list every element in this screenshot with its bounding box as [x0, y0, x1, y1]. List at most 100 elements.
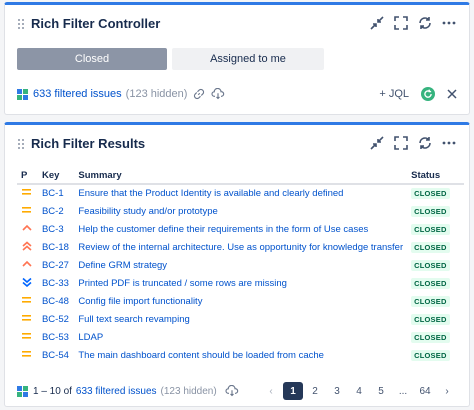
close-icon[interactable] [447, 87, 457, 102]
summary-cell: Feasibility study and/or prototype [74, 202, 407, 220]
minimize-icon[interactable] [369, 14, 385, 32]
table-row[interactable]: BC-1 Ensure that the Product Identity is … [17, 184, 464, 202]
table-row[interactable]: BC-33 Printed PDF is truncated / some row… [17, 274, 464, 292]
issue-summary-link[interactable]: Help the customer define their requireme… [78, 224, 368, 235]
issue-key-link[interactable]: BC-33 [42, 278, 69, 289]
status-badge: CLOSED [411, 188, 450, 199]
fullscreen-icon[interactable] [393, 14, 409, 32]
table-row[interactable]: BC-27 Define GRM strategy CLOSED [17, 256, 464, 274]
issue-key-link[interactable]: BC-52 [42, 314, 69, 325]
hidden-count: (123 hidden) [160, 385, 217, 397]
summary-cell: Full text search revamping [74, 310, 407, 328]
priority-cell [17, 202, 38, 220]
fullscreen-icon[interactable] [393, 134, 409, 152]
summary-cell: Printed PDF is truncated / some rows are… [74, 274, 407, 292]
issue-summary-link[interactable]: Config file import functionality [78, 296, 202, 307]
tab-closed[interactable]: Closed [17, 48, 167, 70]
table-header-row: P Key Summary Status [17, 167, 464, 185]
drag-handle-icon[interactable] [18, 139, 24, 149]
add-jql-button[interactable]: + JQL [379, 88, 409, 100]
pagination-ellipsis: ... [398, 385, 408, 397]
table-row[interactable]: BC-53 LDAP CLOSED [17, 328, 464, 346]
issue-summary-link[interactable]: Review of the internal architecture. Use… [78, 242, 403, 253]
priority-cell [17, 238, 38, 256]
issue-summary-link[interactable]: Printed PDF is truncated / some rows are… [78, 278, 287, 289]
summary-cell: Define GRM strategy [74, 256, 407, 274]
column-header-status[interactable]: Status [407, 167, 464, 185]
filtered-issues-link[interactable]: 633 filtered issues [33, 88, 122, 100]
previous-page-icon[interactable]: ‹ [261, 382, 281, 400]
priority-cell [17, 328, 38, 346]
issue-key-link[interactable]: BC-27 [42, 260, 69, 271]
panel-header-actions [369, 134, 457, 152]
issue-key-link[interactable]: BC-54 [42, 350, 69, 361]
issue-key-cell: BC-52 [38, 310, 74, 328]
page-button[interactable]: 2 [305, 382, 325, 400]
pagination: ‹ 1 2 3 4 5... 64 › [261, 382, 457, 400]
priority-medium-icon [21, 205, 33, 215]
results-footer: 1 – 10 of 633 filtered issues (123 hidde… [17, 381, 457, 401]
issue-summary-link[interactable]: LDAP [78, 332, 103, 343]
status-cell: CLOSED [407, 292, 464, 310]
link-icon[interactable] [193, 88, 205, 100]
issue-key-cell: BC-1 [38, 184, 74, 202]
issue-key-link[interactable]: BC-1 [42, 188, 64, 199]
rich-filters-logo-icon [17, 385, 28, 397]
issue-summary-link[interactable]: Full text search revamping [78, 314, 189, 325]
table-row[interactable]: BC-48 Config file import functionality CLO… [17, 292, 464, 310]
issue-summary-link[interactable]: Define GRM strategy [78, 260, 167, 271]
filtered-issues-link[interactable]: 633 filtered issues [76, 386, 157, 397]
summary-cell: Config file import functionality [74, 292, 407, 310]
table-row[interactable]: BC-3 Help the customer define their requi… [17, 220, 464, 238]
next-page-icon[interactable]: › [437, 382, 457, 400]
hidden-count: (123 hidden) [125, 88, 188, 100]
more-icon[interactable] [441, 14, 457, 32]
panel-title: Rich Filter Controller [31, 16, 161, 31]
status-badge: CLOSED [411, 295, 450, 307]
status-cell: CLOSED [407, 256, 464, 274]
issue-summary-link[interactable]: Feasibility study and/or prototype [78, 206, 217, 217]
issue-summary-link[interactable]: Ensure that the Product Identity is avai… [78, 188, 343, 199]
page-button[interactable]: 1 [283, 382, 303, 400]
status-badge: CLOSED [411, 313, 450, 325]
issue-key-link[interactable]: BC-18 [42, 242, 69, 253]
minimize-icon[interactable] [369, 134, 385, 152]
status-cell: CLOSED [407, 184, 464, 202]
issue-key-cell: BC-33 [38, 274, 74, 292]
page-button[interactable]: 64 [415, 382, 435, 400]
issue-key-link[interactable]: BC-53 [42, 332, 69, 343]
rich-filter-results-panel: Rich Filter Results P Key Summary Status… [4, 122, 470, 407]
priority-cell [17, 310, 38, 328]
drag-handle-icon[interactable] [18, 19, 24, 29]
issue-key-link[interactable]: BC-2 [42, 206, 64, 217]
page-button[interactable]: 3 [327, 382, 347, 400]
page-button[interactable]: 5 [371, 382, 391, 400]
cloud-download-icon[interactable] [211, 88, 225, 100]
status-badge: CLOSED [411, 241, 450, 253]
issue-key-link[interactable]: BC-48 [42, 296, 69, 307]
table-row[interactable]: BC-54 The main dashboard content should b… [17, 346, 464, 364]
column-header-priority[interactable]: P [17, 167, 38, 185]
more-icon[interactable] [441, 134, 457, 152]
status-badge: CLOSED [411, 259, 450, 271]
priority-high-icon [21, 259, 33, 269]
refresh-icon[interactable] [421, 87, 435, 101]
column-header-summary[interactable]: Summary [74, 167, 408, 185]
sync-icon[interactable] [417, 14, 433, 32]
tab-assigned-to-me[interactable]: Assigned to me [172, 48, 324, 70]
sync-icon[interactable] [417, 134, 433, 152]
issue-key-cell: BC-2 [38, 202, 74, 220]
issue-key-link[interactable]: BC-3 [42, 224, 64, 235]
table-row[interactable]: BC-52 Full text search revamping CLOSED [17, 310, 464, 328]
priority-medium-icon [21, 187, 33, 197]
status-badge: CLOSED [411, 349, 450, 361]
issue-key-cell: BC-18 [38, 238, 74, 256]
column-header-key[interactable]: Key [37, 167, 75, 185]
table-row[interactable]: BC-2 Feasibility study and/or prototype CL… [17, 202, 464, 220]
page-button[interactable]: 4 [349, 382, 369, 400]
cloud-download-icon[interactable] [225, 385, 239, 397]
table-row[interactable]: BC-18 Review of the internal architecture… [17, 238, 464, 256]
issue-summary-link[interactable]: The main dashboard content should be loa… [78, 350, 324, 361]
status-cell: CLOSED [407, 328, 464, 346]
status-badge: CLOSED [411, 277, 450, 289]
